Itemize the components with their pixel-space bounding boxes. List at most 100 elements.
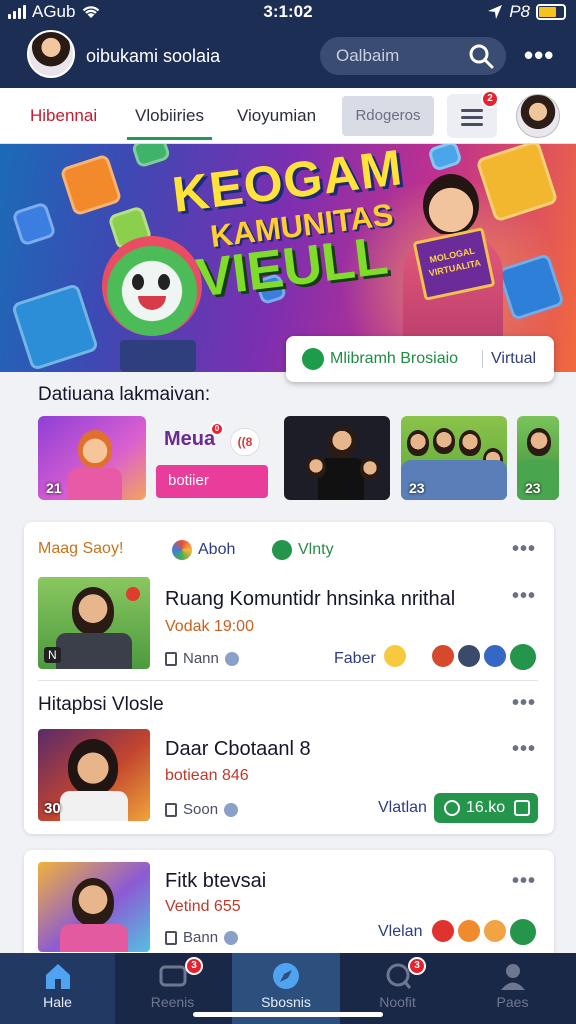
chip-label: Maag Saoy! <box>38 540 124 557</box>
story-num: 23 <box>525 480 541 496</box>
cube-decoration <box>11 201 57 247</box>
post-time: Vodak 19:00 <box>165 618 254 635</box>
post-meta: Soon <box>165 801 239 818</box>
profile-icon <box>501 964 525 990</box>
emoji-reaction-icon[interactable] <box>456 918 482 944</box>
cube-decoration <box>427 144 463 173</box>
react-label: Faber <box>334 650 376 667</box>
pill-left-label: Mlibramh Brosiaio <box>330 350 459 367</box>
mega-label: Meua <box>164 428 216 450</box>
search-input[interactable]: Oalbaim <box>320 37 506 75</box>
reaction-green-icon[interactable] <box>508 642 538 672</box>
join-count-button[interactable]: 16.ko <box>434 793 538 823</box>
post-time: Vetind 655 <box>165 898 241 915</box>
battery-icon <box>536 4 566 20</box>
chip-label: Vlnty <box>298 541 334 558</box>
app-header: AGub 3:1:02 P8 oibukami soolaia Oalbaim … <box>0 0 576 88</box>
join-count-label: 16.ko <box>466 799 506 816</box>
calendar-icon <box>165 651 177 666</box>
nav-profile[interactable]: Paes <box>455 953 570 1024</box>
search-icon[interactable] <box>468 43 494 69</box>
green-dot-icon <box>272 540 292 560</box>
story-num: 21 <box>46 480 62 496</box>
location-icon <box>224 930 239 945</box>
post-more-icon[interactable]: ••• <box>512 870 536 893</box>
calendar-icon <box>165 802 177 817</box>
location-arrow-icon <box>488 5 503 19</box>
post-thumbnail[interactable] <box>38 862 150 952</box>
mascot-stand <box>120 340 196 372</box>
react-label: Vlelan <box>378 923 423 940</box>
virtual-community-pill[interactable]: Mlibramh Brosiaio Virtual <box>286 336 554 382</box>
meta-label: Bann <box>183 929 219 946</box>
story-thumb[interactable]: 23 <box>517 416 559 500</box>
more-options-icon[interactable]: ••• <box>524 40 554 71</box>
location-icon <box>224 802 239 817</box>
cube-decoration <box>59 153 123 217</box>
tab-1-active[interactable]: Vlobiiries <box>127 106 212 140</box>
tab-0[interactable]: Hibennai <box>30 106 97 126</box>
tab-3-disabled[interactable]: Rdogeros <box>342 96 434 136</box>
chip-maag[interactable]: Maag Saoy! <box>38 540 123 558</box>
nav-label: Sbosnis <box>261 994 311 1010</box>
reaction-avatar[interactable] <box>456 643 482 669</box>
story-thumb[interactable] <box>284 416 390 500</box>
palette-icon <box>172 540 192 560</box>
meta-label: Nann <box>183 650 219 667</box>
react-label: Vlatlan <box>378 799 427 816</box>
post-more-icon[interactable]: ••• <box>512 585 536 608</box>
cube-decoration <box>10 282 100 372</box>
square-icon <box>514 800 530 816</box>
chip-vlnty[interactable]: Vlnty <box>272 540 334 560</box>
post-thumbnail[interactable]: N <box>38 577 150 669</box>
search-placeholder: Oalbaim <box>336 46 400 65</box>
pill-right-label: Virtual <box>482 350 536 368</box>
mascot-character <box>102 236 202 336</box>
mega-circle-button[interactable]: ((8 <box>230 428 260 456</box>
post-title[interactable]: Daar Cbotaanl 8 <box>165 738 311 761</box>
section-more-icon[interactable]: ••• <box>512 692 536 715</box>
story-thumb[interactable]: 21 <box>38 416 146 500</box>
story-num: 23 <box>409 480 425 496</box>
compass-icon <box>273 963 299 989</box>
thumb-num: 30 <box>44 800 61 817</box>
tab-2[interactable]: Vioyumian <box>237 106 316 126</box>
nav-badge: 3 <box>408 957 426 975</box>
nav-label: Reenis <box>150 994 195 1010</box>
emoji-reaction-icon[interactable] <box>482 918 508 944</box>
card-more-icon[interactable]: ••• <box>512 538 536 561</box>
post-more-icon[interactable]: ••• <box>512 738 536 761</box>
reaction-avatar[interactable] <box>482 643 508 669</box>
profile-avatar[interactable] <box>27 30 75 78</box>
user-avatar[interactable] <box>516 94 560 138</box>
chip-aboh[interactable]: Aboh <box>172 540 235 560</box>
home-icon <box>46 964 70 989</box>
post-title[interactable]: Ruang Komuntidr hnsinka nrithal <box>165 588 455 611</box>
nav-home[interactable]: Hale <box>0 953 115 1024</box>
cube-decoration <box>130 144 172 169</box>
meta-label: Soon <box>183 801 219 818</box>
reaction-avatar[interactable] <box>430 643 456 669</box>
reaction-green-icon[interactable] <box>508 917 538 947</box>
post-title[interactable]: Fitk btevsai <box>165 870 266 893</box>
home-indicator <box>193 1012 383 1017</box>
nav-badge: 3 <box>185 957 203 975</box>
thumb-icon: N <box>44 647 61 663</box>
section-heading: Hitapbsi Vlosle <box>38 694 164 715</box>
calendar-icon <box>165 930 177 945</box>
mega-action-button[interactable]: botiier <box>156 465 268 498</box>
heart-reaction-icon[interactable] <box>430 918 456 944</box>
notifications-menu-button[interactable]: 2 <box>447 90 499 138</box>
nav-label: Paes <box>496 994 529 1010</box>
chip-label: Aboh <box>198 541 236 558</box>
heart-icon <box>126 587 140 601</box>
laugh-emoji-icon[interactable] <box>382 643 408 669</box>
post-time: botiean 846 <box>165 767 249 784</box>
story-thumb[interactable]: 23 <box>401 416 507 500</box>
play-icon <box>302 348 324 370</box>
post-thumbnail[interactable]: 30 <box>38 729 150 821</box>
stories-title: Datiuana lakmaivan: <box>38 384 211 405</box>
status-right-text: P8 <box>509 2 530 21</box>
post-meta: Nann <box>165 650 239 667</box>
circle-icon <box>444 800 460 816</box>
